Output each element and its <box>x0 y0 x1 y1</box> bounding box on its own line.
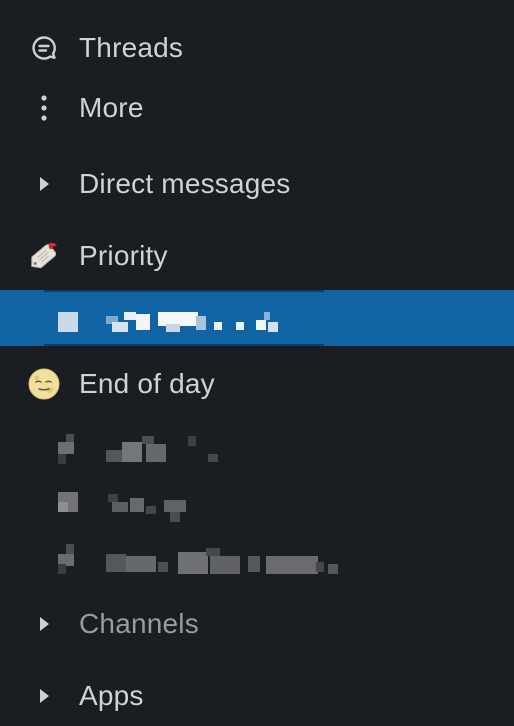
redacted-name-pixelation <box>0 540 514 584</box>
section-label: Priority <box>79 240 168 271</box>
sidebar-item-selected-conversation[interactable] <box>0 290 514 346</box>
section-end-of-day[interactable]: End of day <box>0 362 514 406</box>
sidebar-item-threads[interactable]: Threads <box>0 26 514 70</box>
caret-right-icon[interactable] <box>26 606 62 642</box>
section-toggle-channels[interactable]: Channels <box>0 602 514 646</box>
moon-face-icon <box>26 366 62 402</box>
section-label: Channels <box>79 608 199 639</box>
sidebar-item-more[interactable]: More <box>0 86 514 130</box>
redacted-name-pixelation <box>0 290 514 346</box>
threads-icon <box>26 30 62 66</box>
sidebar-item-label: More <box>79 92 144 123</box>
tag-label-icon <box>26 238 62 274</box>
vertical-ellipsis-icon <box>26 90 62 126</box>
caret-right-icon[interactable] <box>26 166 62 202</box>
sidebar: Threads More Direct messages Priority En… <box>0 0 514 726</box>
section-label: Direct messages <box>79 168 291 199</box>
section-label: End of day <box>79 368 215 399</box>
sidebar-item-conversation[interactable] <box>0 540 514 584</box>
sidebar-item-conversation[interactable] <box>0 484 514 528</box>
redacted-name-pixelation <box>0 484 514 528</box>
redacted-name-pixelation <box>0 428 514 472</box>
sidebar-item-conversation[interactable] <box>0 428 514 472</box>
section-priority[interactable]: Priority <box>0 234 514 278</box>
section-toggle-apps[interactable]: Apps <box>0 674 514 718</box>
section-label: Apps <box>79 680 144 711</box>
sidebar-item-label: Threads <box>79 32 184 63</box>
section-toggle-direct-messages[interactable]: Direct messages <box>0 162 514 206</box>
caret-right-icon[interactable] <box>26 678 62 714</box>
